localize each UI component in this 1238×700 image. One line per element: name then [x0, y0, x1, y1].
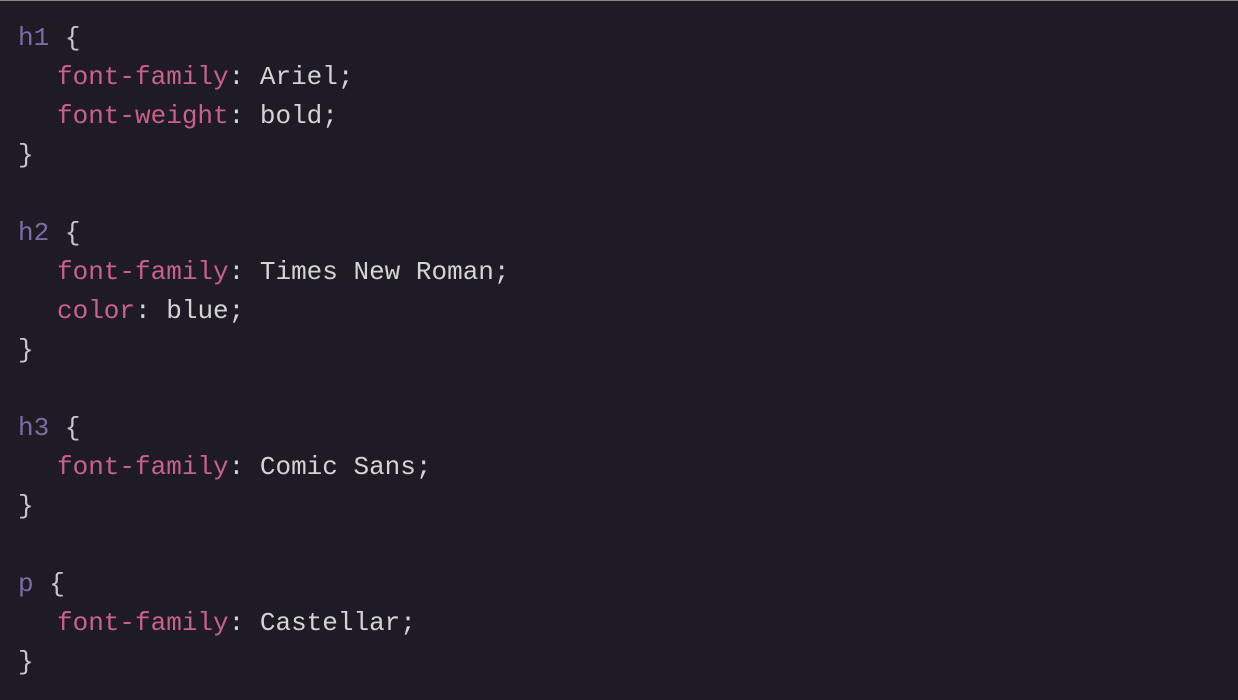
open-brace: {: [49, 569, 65, 599]
css-selector: p: [18, 569, 34, 599]
css-value: Times New Roman: [260, 257, 494, 287]
semicolon: ;: [338, 62, 354, 92]
code-line: font-family: Castellar;: [18, 604, 1220, 643]
code-line-empty: [18, 526, 1220, 565]
css-selector: h1: [18, 23, 49, 53]
css-value: Comic Sans: [260, 452, 416, 482]
css-property: font-family: [57, 62, 229, 92]
code-line-empty: [18, 175, 1220, 214]
colon: :: [229, 608, 245, 638]
css-value: blue: [166, 296, 228, 326]
colon: :: [135, 296, 151, 326]
code-line: }: [18, 136, 1220, 175]
close-brace: }: [18, 647, 34, 677]
css-property: color: [57, 296, 135, 326]
code-editor[interactable]: h1 { font-family: Ariel; font-weight: bo…: [18, 19, 1220, 682]
css-value: bold: [260, 101, 322, 131]
code-line: h3 {: [18, 409, 1220, 448]
css-property: font-family: [57, 257, 229, 287]
code-line-empty: [18, 370, 1220, 409]
semicolon: ;: [322, 101, 338, 131]
open-brace: {: [65, 23, 81, 53]
code-line: p {: [18, 565, 1220, 604]
semicolon: ;: [494, 257, 510, 287]
code-line: h1 {: [18, 19, 1220, 58]
css-value: Castellar: [260, 608, 400, 638]
css-selector: h3: [18, 413, 49, 443]
css-property: font-family: [57, 608, 229, 638]
close-brace: }: [18, 335, 34, 365]
semicolon: ;: [416, 452, 432, 482]
colon: :: [229, 62, 245, 92]
code-line: }: [18, 643, 1220, 682]
semicolon: ;: [229, 296, 245, 326]
css-value: Ariel: [260, 62, 338, 92]
code-line: font-weight: bold;: [18, 97, 1220, 136]
code-line: font-family: Comic Sans;: [18, 448, 1220, 487]
open-brace: {: [65, 218, 81, 248]
code-line: font-family: Ariel;: [18, 58, 1220, 97]
css-property: font-family: [57, 452, 229, 482]
semicolon: ;: [400, 608, 416, 638]
open-brace: {: [65, 413, 81, 443]
code-line: }: [18, 487, 1220, 526]
colon: :: [229, 101, 245, 131]
close-brace: }: [18, 140, 34, 170]
code-line: h2 {: [18, 214, 1220, 253]
code-line: color: blue;: [18, 292, 1220, 331]
css-property: font-weight: [57, 101, 229, 131]
css-selector: h2: [18, 218, 49, 248]
code-line: }: [18, 331, 1220, 370]
close-brace: }: [18, 491, 34, 521]
colon: :: [229, 257, 245, 287]
code-line: font-family: Times New Roman;: [18, 253, 1220, 292]
colon: :: [229, 452, 245, 482]
